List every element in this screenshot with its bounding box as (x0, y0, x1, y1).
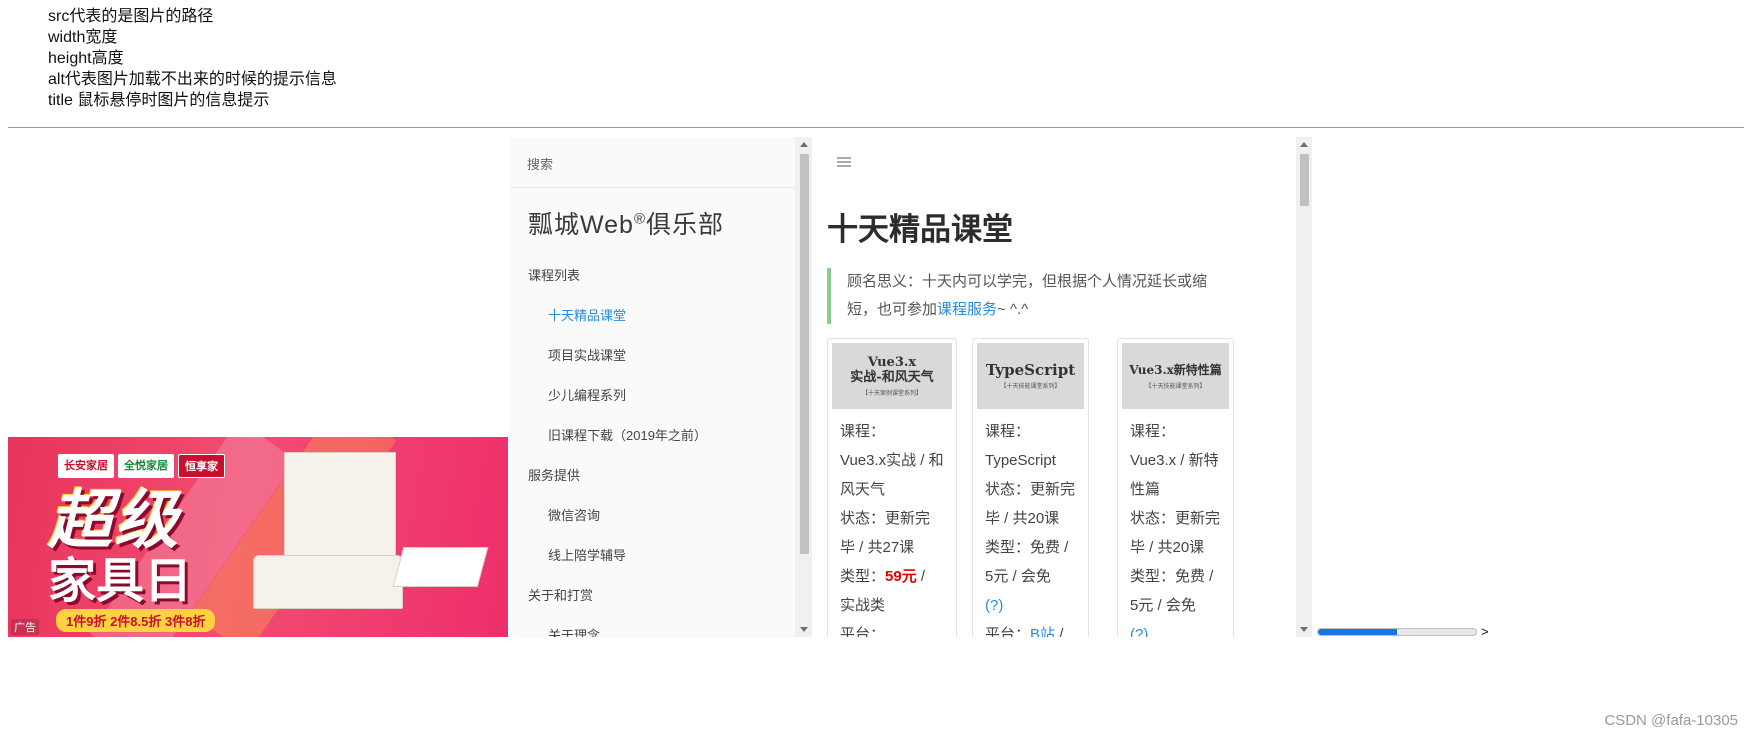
nav-item-wechat[interactable]: 微信咨询 (510, 496, 796, 536)
scroll-down-arrow-icon[interactable] (1300, 627, 1308, 632)
docs-content: 十天精品课堂 顾名思义：十天内可以学完，但根据个人情况延长或缩短，也可参加课程服… (813, 137, 1296, 637)
page-title: 十天精品课堂 (827, 212, 1013, 247)
bed-image (253, 555, 403, 609)
nav-group-services[interactable]: 服务提供 (510, 456, 796, 496)
watermark: CSDN @fafa-10305 (1604, 712, 1738, 729)
logo-suffix: 俱乐部 (646, 211, 725, 239)
search-input[interactable]: 搜索 (510, 137, 796, 188)
scroll-up-arrow-icon[interactable] (1300, 142, 1308, 147)
nav-item-tutoring[interactable]: 线上陪学辅导 (510, 536, 796, 576)
site-logo[interactable]: 瓢城Web®俱乐部 (528, 205, 724, 241)
brand-logos: 长安家居 全悦家居 恒享家 (58, 454, 225, 478)
help-link[interactable]: (?) (1130, 626, 1148, 637)
type-label: 类型： (840, 568, 886, 585)
nav-item-kids[interactable]: 少儿编程系列 (510, 376, 796, 416)
course-name: TypeScript (985, 452, 1056, 469)
course-card[interactable]: TypeScript 【十天技能课堂系列】 课程： TypeScript 状态：… (972, 338, 1089, 637)
content-scrollbar[interactable] (1296, 137, 1312, 637)
menu-icon[interactable] (837, 157, 851, 167)
scrollbar-thumb[interactable] (800, 154, 809, 554)
platform-label: 平台： (985, 626, 1031, 637)
course-status: 状态：更新完毕 / 共20课 (1130, 510, 1221, 556)
platform-rest: / (1055, 626, 1064, 637)
cover-title: Vue3.x 实战-和风天气 (850, 355, 934, 385)
course-label: 课程： (840, 423, 886, 440)
course-type: 类型：免费 / 5元 / 会免 (985, 539, 1069, 585)
course-price: 59元 (885, 568, 917, 585)
ad-tag: 广告 (11, 619, 39, 635)
nav-group-about[interactable]: 关于和打赏 (510, 576, 796, 616)
help-link[interactable]: (?) (985, 597, 1003, 614)
ad-headline: 超级 (48, 484, 180, 556)
brand-logo: 长安家居 (58, 454, 114, 478)
course-platform: 平台： (840, 626, 886, 637)
quote-suffix: ~ ^.^ (997, 301, 1029, 318)
note-line: alt代表图片加载不出来的时候的提示信息 (48, 71, 337, 88)
nav-item-projects[interactable]: 项目实战课堂 (510, 336, 796, 376)
logo-text: 瓢城Web (528, 211, 634, 239)
notes-block: src代表的是图片的路径 width宽度 height高度 alt代表图片加载不… (48, 6, 337, 111)
course-card[interactable]: Vue3.x 实战-和风天气 【十天案例课堂系列】 课程： Vue3.x实战 /… (827, 338, 957, 637)
cover-subtitle: 【十天案例课堂系列】 (861, 390, 922, 397)
ad-promo: 1件9折 2件8.5折 3件8折 (56, 609, 216, 632)
intro-quote: 顾名思义：十天内可以学完，但根据个人情况延长或缩短，也可参加课程服务~ ^.^ (827, 268, 1227, 324)
progress-arrow: > (1481, 624, 1489, 639)
nav-item-ten-day[interactable]: 十天精品课堂 (510, 296, 796, 336)
note-line: width宽度 (48, 29, 118, 46)
cover-title: TypeScript (985, 360, 1076, 379)
bilibili-link[interactable]: B站 (1030, 626, 1055, 637)
course-status: 状态：更新完毕 / 共20课 (985, 481, 1076, 527)
mattress-image (392, 547, 489, 587)
docs-sidebar: 搜索 瓢城Web®俱乐部 课程列表 十天精品课堂 项目实战课堂 少儿编程系列 旧… (510, 137, 796, 637)
sidebar-scrollbar[interactable] (796, 137, 812, 637)
course-info: 课程： Vue3.x / 新特性篇 状态：更新完毕 / 共20课 类型：免费 /… (1122, 409, 1229, 637)
course-service-link[interactable]: 课程服务 (937, 301, 997, 318)
scrollbar-thumb[interactable] (1300, 154, 1309, 206)
note-line: height高度 (48, 50, 124, 67)
horizontal-rule (8, 127, 1744, 128)
course-status: 状态：更新完毕 / 共27课 (840, 510, 931, 556)
course-name: Vue3.x / 新特性篇 (1130, 452, 1219, 498)
course-cover-image[interactable]: Vue3.x新特性篇 【十天技能课堂系列】 (1122, 343, 1229, 409)
note-line: src代表的是图片的路径 (48, 8, 214, 25)
scroll-up-arrow-icon[interactable] (800, 142, 808, 147)
course-info: 课程： Vue3.x实战 / 和风天气 状态：更新完毕 / 共27课 类型：59… (832, 409, 952, 637)
course-info: 课程： TypeScript 状态：更新完毕 / 共20课 类型：免费 / 5元… (977, 409, 1084, 637)
course-name: Vue3.x实战 / 和风天气 (840, 452, 944, 498)
embedded-docs-frame[interactable]: 搜索 瓢城Web®俱乐部 课程列表 十天精品课堂 项目实战课堂 少儿编程系列 旧… (510, 137, 1314, 637)
course-card[interactable]: Vue3.x新特性篇 【十天技能课堂系列】 课程： Vue3.x / 新特性篇 … (1117, 338, 1234, 637)
note-line: title 鼠标悬停时图片的信息提示 (48, 92, 270, 109)
scroll-down-arrow-icon[interactable] (800, 627, 808, 632)
brand-logo: 全悦家居 (118, 454, 174, 478)
cover-subtitle: 【十天技能课堂系列】 (1145, 382, 1206, 390)
nav-group-courses[interactable]: 课程列表 (510, 256, 796, 296)
progress-fill (1318, 629, 1397, 635)
course-label: 课程： (985, 423, 1031, 440)
course-label: 课程： (1130, 423, 1176, 440)
nav-item-old-downloads[interactable]: 旧课程下载（2019年之前） (510, 416, 796, 456)
progress-bar (1317, 628, 1477, 636)
ad-headline-2: 家具日 (48, 555, 193, 608)
nav-item-philosophy[interactable]: 关于理念 (510, 616, 796, 637)
course-type: 类型：免费 / 5元 / 会免 (1130, 568, 1214, 614)
course-cover-image[interactable]: TypeScript 【十天技能课堂系列】 (977, 343, 1084, 409)
advertisement-banner[interactable]: 长安家居 全悦家居 恒享家 超级 家具日 1件9折 2件8.5折 3件8折 广告 (8, 437, 508, 637)
registered-mark: ® (633, 210, 647, 228)
cover-title: Vue3.x新特性篇 (1129, 362, 1222, 377)
course-cover-image[interactable]: Vue3.x 实战-和风天气 【十天案例课堂系列】 (832, 343, 952, 409)
brand-logo: 恒享家 (178, 454, 225, 478)
cover-subtitle: 【十天技能课堂系列】 (1000, 382, 1061, 390)
sidebar-nav: 课程列表 十天精品课堂 项目实战课堂 少儿编程系列 旧课程下载（2019年之前）… (510, 256, 796, 637)
course-platform: 平台：B站 / (985, 620, 1076, 637)
course-type: 类型：59元 / 实战类 (840, 562, 944, 620)
